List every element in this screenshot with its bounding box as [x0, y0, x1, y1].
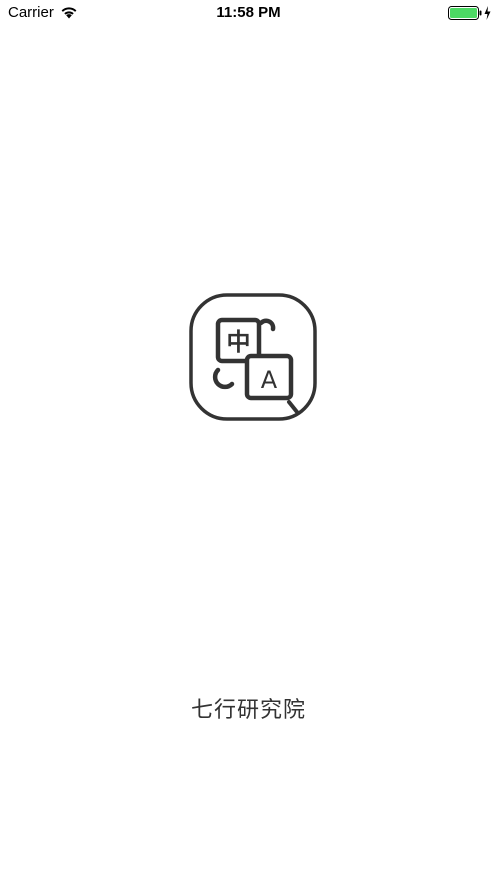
brand-name: 七行研究院 — [190, 698, 306, 723]
chinese-glyph: 中 — [227, 328, 251, 356]
latin-glyph: A — [261, 366, 278, 394]
translate-icon: 中 A — [189, 293, 317, 421]
battery-charging-icon — [448, 6, 491, 20]
status-time: 11:58 PM — [216, 4, 281, 21]
status-bar: Carrier 11:58 PM — [0, 0, 497, 26]
